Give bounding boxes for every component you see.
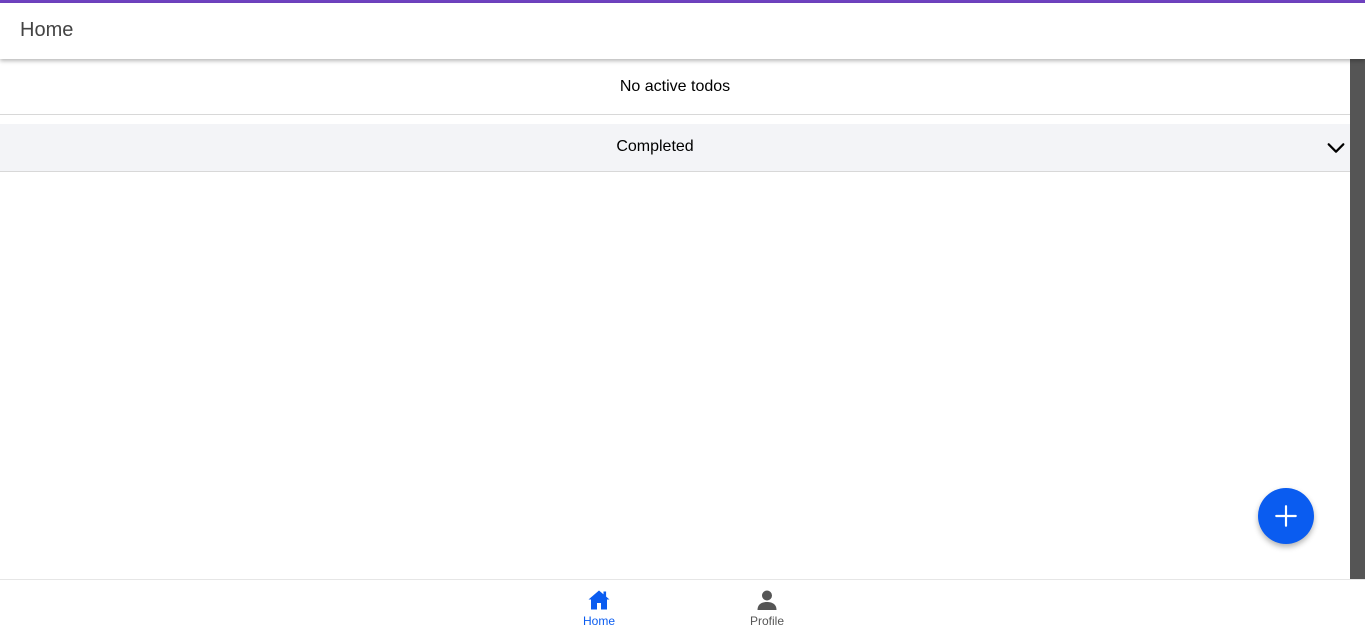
plus-icon — [1275, 505, 1297, 527]
empty-todos-row: No active todos — [0, 59, 1350, 115]
page-title: Home — [20, 19, 74, 41]
person-icon — [757, 590, 777, 610]
bottom-navigation: Home Profile — [0, 579, 1365, 635]
main-content: No active todos Completed — [0, 59, 1350, 579]
empty-todos-message: No active todos — [619, 77, 731, 95]
completed-section-toggle[interactable]: Completed — [0, 124, 1350, 172]
chevron-down-icon — [1327, 143, 1345, 153]
add-todo-button[interactable] — [1258, 488, 1314, 544]
app-header: Home — [0, 3, 1365, 59]
nav-item-home[interactable]: Home — [554, 588, 644, 632]
home-icon — [588, 590, 610, 610]
nav-item-profile[interactable]: Profile — [722, 588, 812, 632]
scrollbar-thumb[interactable] — [1350, 59, 1365, 579]
nav-item-profile-label: Profile — [749, 614, 784, 628]
scrollbar[interactable] — [1350, 59, 1365, 579]
nav-item-home-label: Home — [582, 614, 615, 628]
completed-section-label: Completed — [616, 138, 694, 155]
